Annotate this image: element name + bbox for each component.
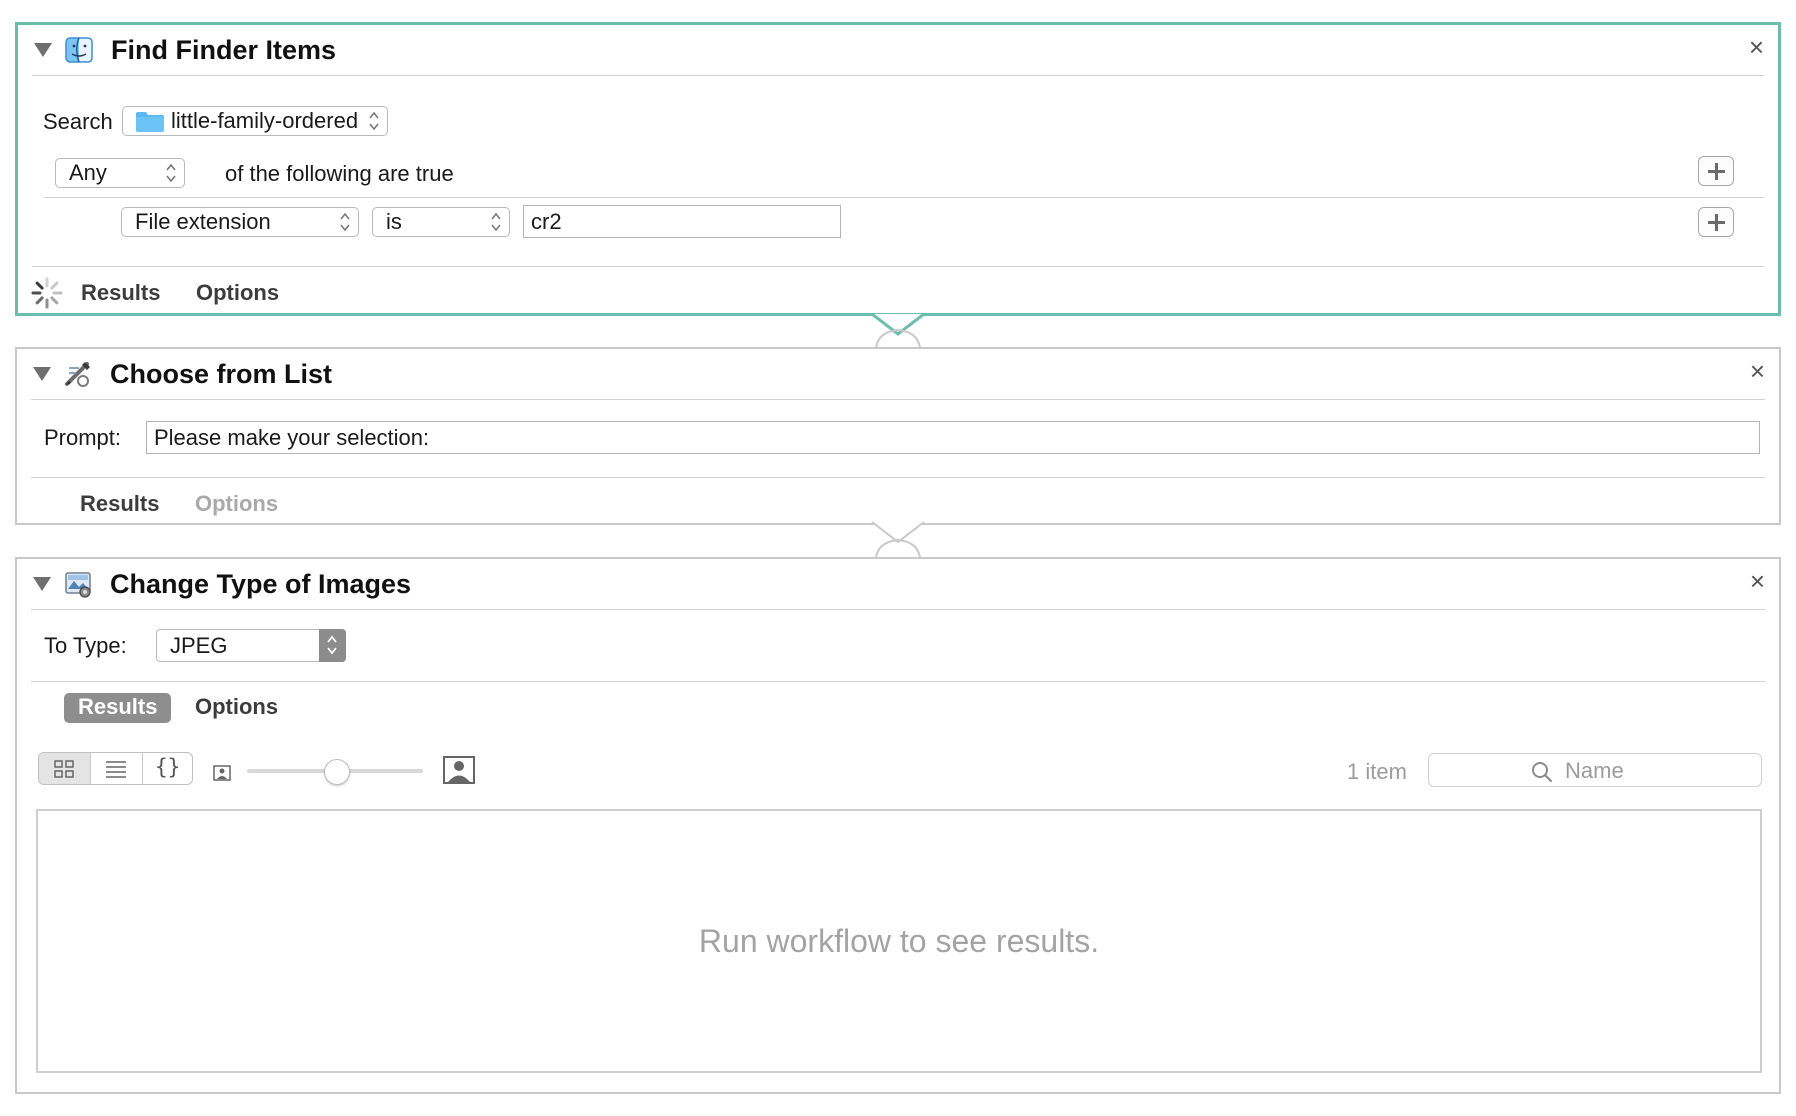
search-folder-popup[interactable]: little-family-ordered [122,106,388,136]
search-icon [1532,762,1553,783]
action-header: Find Finder Items × [18,25,1778,75]
action-choose-from-list[interactable]: Choose from List × Prompt: Please make y… [15,347,1781,525]
updown-chevron-icon [369,111,379,131]
large-photo-icon [443,756,475,784]
to-type-label: To Type: [44,633,127,658]
folder-icon [136,112,164,132]
results-view: Run workflow to see results. [36,809,1762,1073]
tab-results[interactable]: Results [81,280,160,306]
code-view-button[interactable]: {} [143,753,192,784]
match-mode-value: Any [69,160,107,185]
divider [31,399,1765,400]
disclosure-triangle-icon[interactable] [33,367,51,381]
action-connector [871,521,925,559]
action-title: Choose from List [110,359,333,389]
list-icon [106,761,126,778]
add-criterion-button[interactable] [1698,207,1734,237]
tab-results[interactable]: Results [64,693,172,723]
updown-chevron-icon [491,212,501,232]
popup-stepper [319,629,346,662]
results-search-field[interactable]: Name [1428,753,1762,787]
criterion-operator-value: is [386,209,402,234]
item-count: 1 item [1347,759,1407,784]
prompt-field[interactable]: Please make your selection: [146,421,1760,454]
action-find-finder-items[interactable]: Find Finder Items × Search little-family… [15,22,1781,316]
action-change-type-of-images[interactable]: Change Type of Images × To Type: JPEG Re… [15,557,1781,1094]
view-mode-segmented-control: {} [38,752,193,785]
criterion-field-value: File extension [135,209,271,234]
action-title: Find Finder Items [111,35,337,65]
prompt-label: Prompt: [44,425,122,450]
close-icon[interactable]: × [1749,34,1764,60]
list-view-button[interactable] [91,753,142,784]
close-icon[interactable]: × [1750,358,1765,384]
tab-options[interactable]: Options [195,694,278,720]
match-mode-popup[interactable]: Any [55,158,185,188]
add-criterion-group-button[interactable] [1698,156,1734,186]
divider [31,681,1765,682]
divider [32,266,1764,267]
tab-results[interactable]: Results [80,491,159,517]
to-type-popup[interactable]: JPEG [156,629,346,662]
match-suffix: of the following are true [225,161,454,186]
icon-view-button[interactable] [39,753,90,784]
tab-options[interactable]: Options [196,280,279,306]
grid-icon [54,760,74,778]
close-icon[interactable]: × [1750,568,1765,594]
search-label: Search [43,109,113,134]
script-editor-icon [65,362,90,387]
action-title: Change Type of Images [110,569,412,599]
to-type-value: JPEG [170,633,228,658]
divider [44,197,1764,198]
criterion-operator-popup[interactable]: is [372,207,510,237]
divider [32,75,1764,76]
progress-spinner-icon [31,277,63,309]
criterion-value-field[interactable]: cr2 [523,205,841,238]
divider [31,609,1765,610]
divider [31,477,1765,478]
disclosure-triangle-icon[interactable] [33,577,51,591]
thumbnail-size-slider-knob[interactable] [324,759,350,785]
action-header: Choose from List × [17,349,1779,399]
updown-chevron-icon [340,212,350,232]
updown-chevron-icon [327,635,337,655]
action-connector [871,312,925,349]
updown-chevron-icon [166,163,176,183]
finder-icon [65,37,93,63]
preview-icon [65,572,91,598]
tab-options[interactable]: Options [195,491,278,517]
small-photo-icon [213,765,231,781]
search-folder-value: little-family-ordered [171,108,359,133]
braces-icon: {} [155,755,181,779]
search-placeholder: Name [1565,758,1624,783]
empty-results-message: Run workflow to see results. [698,923,1100,959]
action-header: Change Type of Images × [17,559,1779,609]
disclosure-triangle-icon[interactable] [34,43,52,57]
criterion-field-popup[interactable]: File extension [121,207,359,237]
